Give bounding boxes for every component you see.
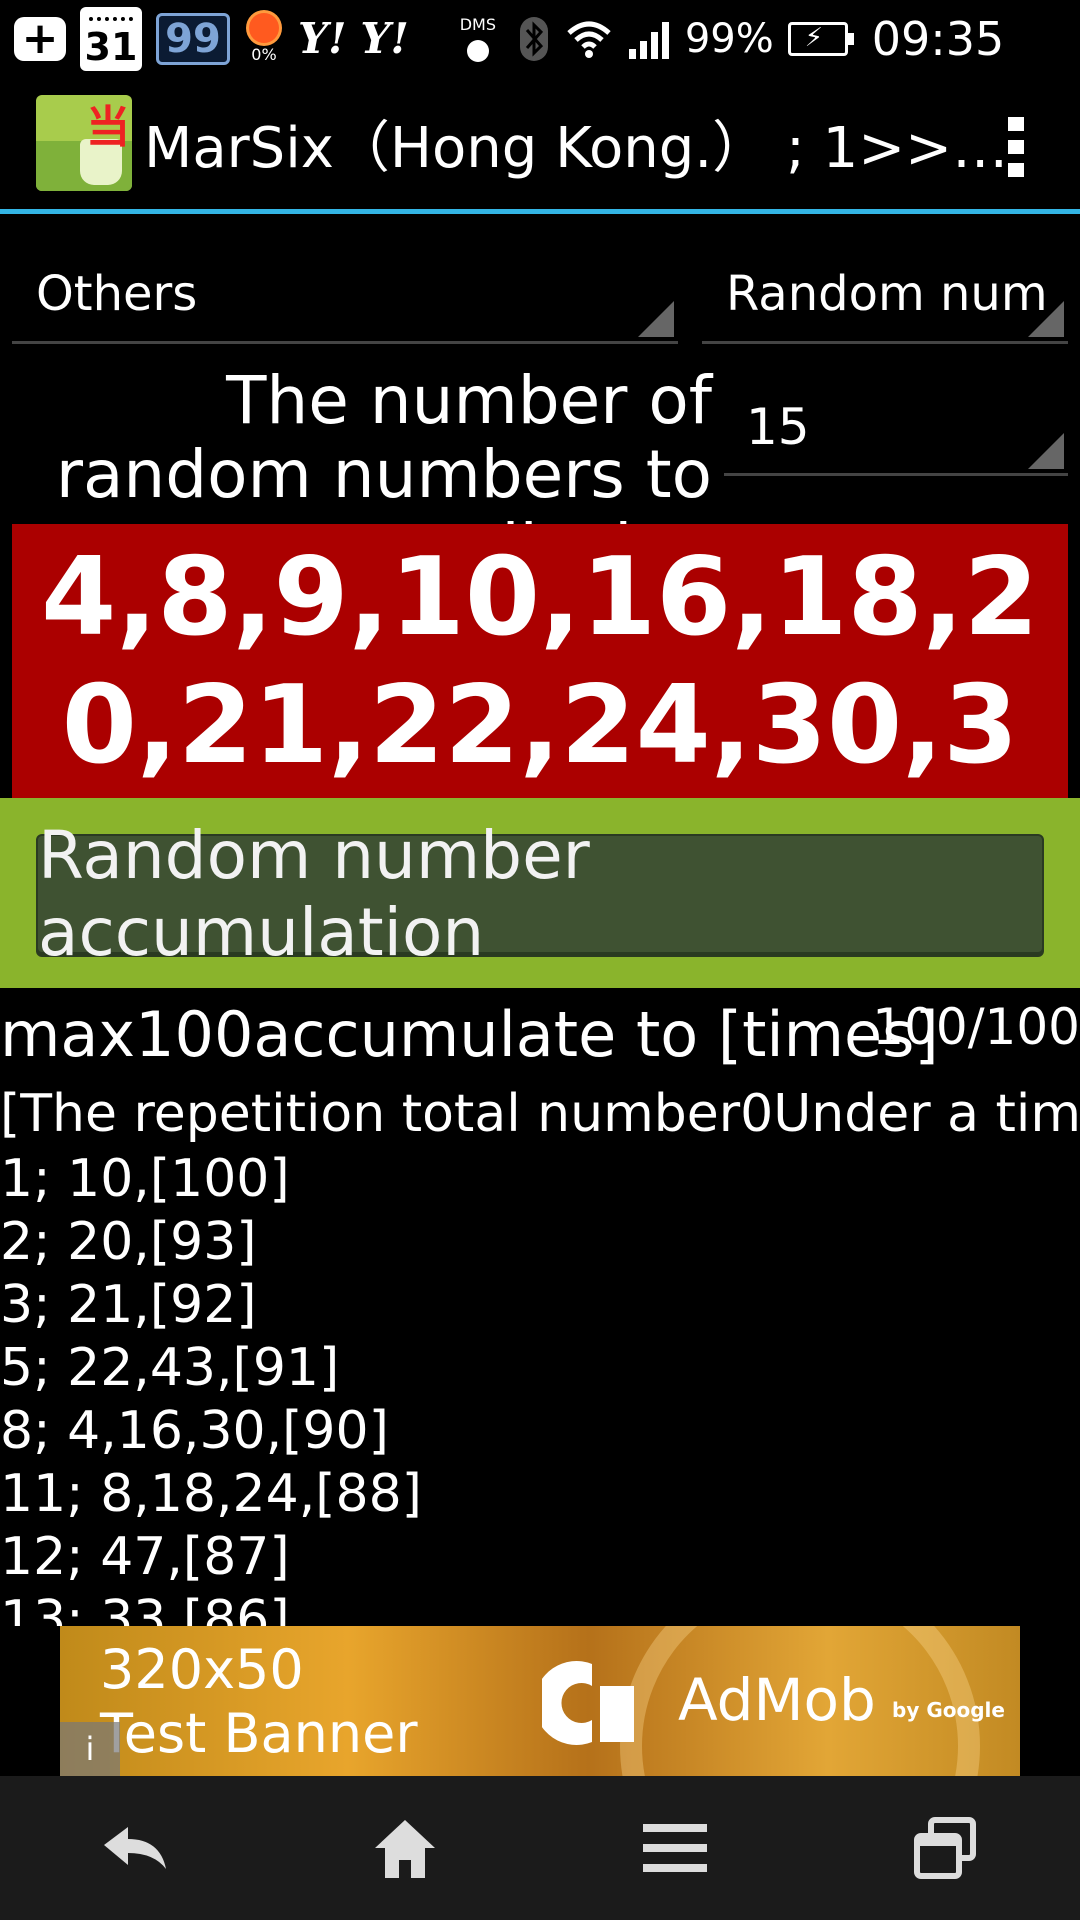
category-spinner-value: Others — [36, 265, 198, 322]
list-item: 13; 33,[86] — [0, 1590, 290, 1626]
ad-info-icon[interactable]: i — [60, 1722, 120, 1776]
signal-icon — [627, 19, 671, 59]
counter-99-value: 99 — [165, 15, 221, 62]
menu-button[interactable] — [615, 1798, 735, 1898]
random-accumulation-button[interactable]: Random number accumulation — [36, 817, 1044, 971]
battery-charging-icon: ⚡ — [787, 21, 854, 56]
admob-brand: AdMob — [678, 1666, 876, 1734]
counter-99-icon: 99 — [156, 12, 230, 65]
screen: + 31 99 0% Y! Y! DMS 99% ⚡ 09:35 当 MarSi… — [0, 0, 1080, 1920]
repetition-header: [The repetition total number0Under a tim… — [0, 1084, 1080, 1144]
list-item: 3; 21,[92] — [0, 1275, 257, 1335]
dropdown-arrow-icon-2 — [1028, 301, 1064, 337]
admob-by-google: by Google — [892, 1698, 1005, 1722]
app-title: MarSix（Hong Kong.） ; 1>>… — [144, 115, 1009, 181]
max-accumulate-line: max100accumulate to [times] 100/100 — [0, 998, 1080, 1071]
app-icon[interactable]: 当 — [36, 95, 132, 191]
mode-spinner-value: Random num — [726, 265, 1048, 322]
action-bar: 当 MarSix（Hong Kong.） ; 1>>… — [0, 77, 1080, 214]
ad-banner[interactable]: 320x50 Test Banner i AdMob by Google — [60, 1626, 1020, 1776]
back-icon — [104, 1827, 166, 1869]
status-bar: + 31 99 0% Y! Y! DMS 99% ⚡ 09:35 — [0, 0, 1080, 77]
max-accumulate-label: max100accumulate to [times] — [0, 998, 939, 1071]
list-item: 12; 47,[87] — [0, 1527, 290, 1587]
random-result-display: 4,8,9,10,16,18,20,21,22,24,30,33,36,43,4… — [12, 524, 1068, 798]
status-time: 09:35 — [871, 11, 1005, 66]
yahoo-icon-2: Y! — [360, 14, 409, 63]
list-item: 11; 8,18,24,[88] — [0, 1464, 422, 1524]
battery-percent: 99% — [684, 15, 774, 62]
navigation-bar — [0, 1776, 1080, 1920]
admob-logo-icon — [542, 1661, 634, 1745]
plus-icon: + — [14, 16, 66, 61]
sun-percent: 0% — [251, 45, 277, 64]
dropdown-arrow-icon — [638, 301, 674, 337]
category-spinner[interactable]: Others — [12, 246, 678, 344]
max-accumulate-value: 100/100 — [872, 998, 1080, 1056]
bluetooth-icon — [517, 16, 551, 62]
ad-size-label: 320x50 — [100, 1638, 304, 1701]
back-button[interactable] — [75, 1798, 195, 1898]
recent-apps-button[interactable] — [885, 1798, 1005, 1898]
dropdown-arrow-icon-3 — [1028, 433, 1064, 469]
wifi-icon — [565, 19, 613, 59]
menu-icon — [643, 1824, 707, 1872]
list-item: 2; 20,[93] — [0, 1212, 257, 1272]
count-spinner-value: 15 — [746, 397, 810, 456]
results-list[interactable]: 1; 10,[100] 2; 20,[93] 3; 21,[92] 5; 22,… — [0, 1148, 1080, 1626]
overflow-menu-icon[interactable] — [1008, 117, 1024, 177]
ad-test-label: Test Banner — [100, 1702, 418, 1765]
home-icon — [375, 1820, 435, 1878]
recent-apps-icon — [914, 1817, 976, 1879]
calendar-day: 31 — [84, 24, 138, 69]
calendar-icon: 31 — [80, 6, 142, 71]
mode-spinner[interactable]: Random num — [702, 246, 1068, 344]
list-item: 5; 22,43,[91] — [0, 1338, 340, 1398]
list-item: 8; 4,16,30,[90] — [0, 1401, 389, 1461]
accumulate-area: Random number accumulation — [0, 798, 1080, 988]
dms-icon: DMS — [453, 15, 503, 62]
count-spinner[interactable]: 15 — [724, 380, 1068, 476]
list-item: 1; 10,[100] — [0, 1149, 290, 1209]
weather-sun-icon: 0% — [244, 13, 284, 64]
yahoo-icon: Y! — [298, 14, 347, 63]
home-button[interactable] — [345, 1798, 465, 1898]
app-icon-kanji: 当 — [86, 102, 130, 153]
ad-text: 320x50 Test Banner — [100, 1638, 418, 1766]
dms-label: DMS — [459, 15, 496, 34]
